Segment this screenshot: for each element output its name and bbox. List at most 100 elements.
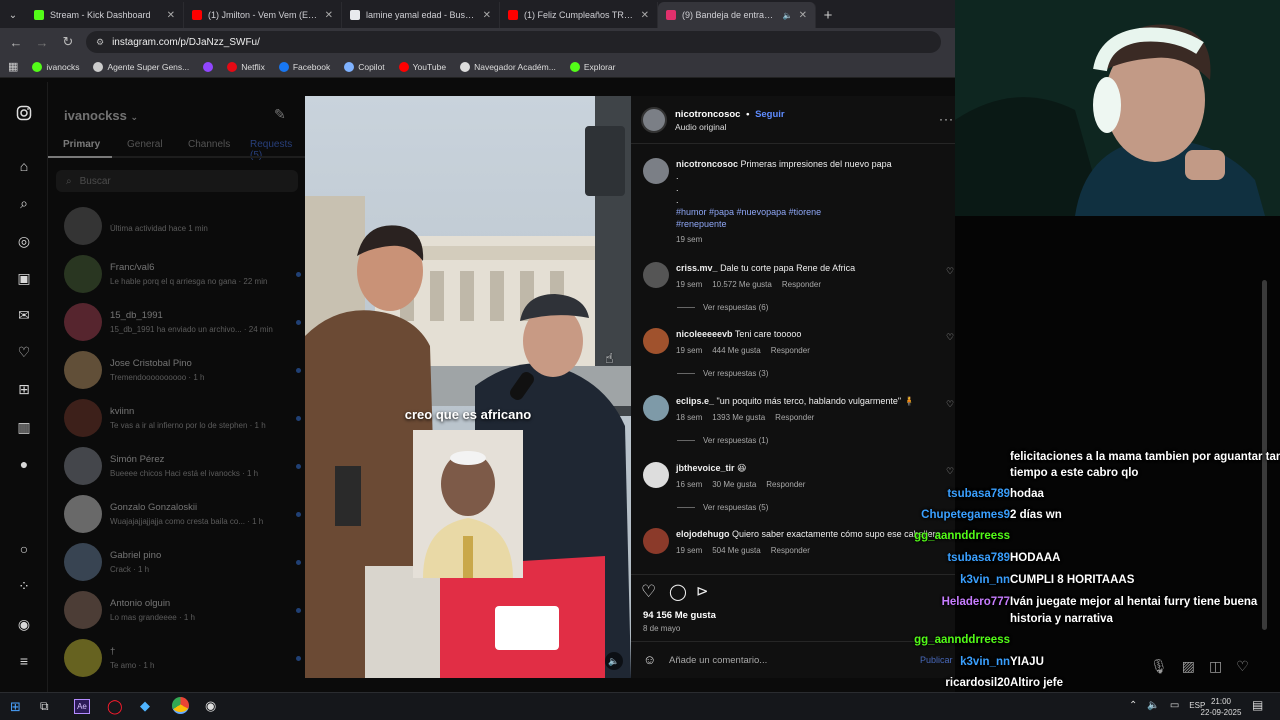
bookmark-item[interactable]: YouTube <box>398 61 446 72</box>
comment-likes[interactable]: 504 Me gusta <box>712 545 760 557</box>
network-icon[interactable]: ▭ <box>1170 700 1179 711</box>
chat-username[interactable]: Chupetegames9 <box>921 509 1010 521</box>
browser-tab[interactable]: (9) Bandeja de entrada • Ch 🔈 ✕ <box>658 2 816 28</box>
view-replies-button[interactable]: Ver respuestas (1) <box>677 436 768 445</box>
comment-avatar[interactable] <box>643 462 669 488</box>
notifications-heart-icon[interactable]: ♡ <box>15 343 33 361</box>
forward-icon[interactable]: → <box>34 35 50 50</box>
bookmark-item[interactable]: Copilot <box>344 61 385 72</box>
chat-username[interactable]: tsubasa789 <box>947 552 1010 564</box>
conversation-item[interactable]: Franc/val6 Le hable porq el q arriesga no… <box>48 250 306 298</box>
conversation-avatar[interactable] <box>64 543 102 581</box>
comment-reply-button[interactable]: Responder <box>766 479 805 491</box>
caption-hashtags-2[interactable]: #renepuente <box>676 218 946 230</box>
close-tab-icon[interactable]: ✕ <box>641 10 649 21</box>
image-icon[interactable]: ▨ <box>1182 658 1195 675</box>
post-author-link[interactable]: nicotroncosoc <box>675 109 740 120</box>
browser-tab[interactable]: (1) Jmilton - Vem Vem (Extende ✕ <box>184 2 342 28</box>
comment-author[interactable]: criss.mv_ <box>676 263 718 273</box>
tab-audio-icon[interactable]: 🔈 <box>783 11 793 20</box>
heart-icon[interactable]: ♡ <box>1236 658 1249 675</box>
caption-author-avatar[interactable] <box>643 158 669 184</box>
conversation-item[interactable]: Gonzalo Gonzaloskii Wuajajajjajjajja como… <box>48 490 306 538</box>
chat-username[interactable]: k3vin_nn <box>960 656 1010 668</box>
conversation-item[interactable]: kviinn Te vas a ir al infierno por lo de … <box>48 394 306 442</box>
close-tab-icon[interactable]: ✕ <box>483 10 491 21</box>
conversation-avatar[interactable] <box>64 399 102 437</box>
chat-username[interactable]: gg_aannddrreess <box>914 634 1010 646</box>
tab-general[interactable]: General <box>127 139 163 150</box>
caption-author[interactable]: nicotroncosoc <box>676 159 738 169</box>
after-effects-icon[interactable]: Ae <box>74 699 90 714</box>
comment-likes[interactable]: 10.572 Me gusta <box>712 279 772 291</box>
home-icon[interactable]: ⌂ <box>15 157 33 175</box>
share-send-icon[interactable]: ⊳ <box>696 582 709 600</box>
volume-icon[interactable]: 🔈 <box>1147 700 1159 711</box>
tab-channels[interactable]: Channels <box>188 139 230 150</box>
chat-username[interactable]: gg_aannddrreess <box>914 530 1010 542</box>
chrome-icon[interactable] <box>172 697 189 714</box>
comment-avatar[interactable] <box>643 395 669 421</box>
more-options-icon[interactable]: ··· <box>939 112 954 126</box>
comment-likes[interactable]: 1393 Me gusta <box>712 412 765 424</box>
meta-ai-icon[interactable]: ◉ <box>15 615 33 633</box>
dashboard-icon[interactable]: ▥ <box>15 418 33 436</box>
comment-reply-button[interactable]: Responder <box>782 279 821 291</box>
chat-username[interactable]: tsubasa789 <box>947 488 1010 500</box>
clock[interactable]: 21:00 22-09-2025 <box>1196 696 1246 718</box>
close-tab-icon[interactable]: ✕ <box>799 10 807 21</box>
sticker-icon[interactable]: ◫ <box>1209 658 1222 675</box>
bookmark-item[interactable] <box>203 61 214 72</box>
comment-reply-button[interactable]: Responder <box>775 412 814 424</box>
search-icon[interactable]: ⌕ <box>15 194 33 212</box>
profile-avatar-icon[interactable]: ● <box>15 455 33 473</box>
comment-author[interactable]: jbthevoice_tir <box>676 463 735 473</box>
bookmark-item[interactable]: Netflix <box>227 61 265 72</box>
comment-avatar[interactable] <box>643 528 669 554</box>
conversation-avatar[interactable] <box>64 447 102 485</box>
comment-reply-button[interactable]: Responder <box>771 345 810 357</box>
like-heart-icon[interactable]: ♡ <box>641 582 656 602</box>
explore-compass-icon[interactable]: ◎ <box>15 232 33 250</box>
comment-author[interactable]: elojodehugo <box>676 529 730 539</box>
conversation-item[interactable]: Última actividad hace 1 min <box>48 202 306 250</box>
chat-username[interactable]: Heladero777 <box>942 596 1010 608</box>
close-tab-icon[interactable]: ✕ <box>325 10 333 21</box>
comment-likes[interactable]: 30 Me gusta <box>712 479 756 491</box>
obs-icon[interactable]: ◉ <box>205 698 216 714</box>
conversation-avatar[interactable] <box>64 351 102 389</box>
close-tab-icon[interactable]: ✕ <box>167 10 175 21</box>
comment-input[interactable]: Añade un comentario... <box>669 655 899 666</box>
conversation-avatar[interactable] <box>64 303 102 341</box>
tab-primary[interactable]: Primary <box>63 139 100 150</box>
caption-hashtags[interactable]: #humor #papa #nuevopapa #tiorene <box>676 206 946 218</box>
comment-reply-button[interactable]: Responder <box>771 545 810 557</box>
conversation-item[interactable]: Jose Cristobal Pino Tremendoooooooooo · 1… <box>48 346 306 394</box>
comment-like-heart-icon[interactable]: ♡ <box>946 399 954 410</box>
browser-tab[interactable]: Stream - Kick Dashboard ✕ <box>26 2 184 28</box>
comment-avatar[interactable] <box>643 328 669 354</box>
bookmark-item[interactable]: Navegador Académ... <box>460 61 556 72</box>
comment-avatar[interactable] <box>643 262 669 288</box>
conversation-avatar[interactable] <box>64 255 102 293</box>
conversation-item[interactable]: Antonio olguin Lo mas grandeeee · 1 h <box>48 586 306 634</box>
view-replies-button[interactable]: Ver respuestas (3) <box>677 369 768 378</box>
task-view-icon[interactable]: ⧉ <box>40 699 49 714</box>
more-menu-icon[interactable]: ≡ <box>15 652 33 670</box>
create-plus-icon[interactable]: ⊞ <box>15 380 33 398</box>
site-info-icon[interactable]: ⚙ <box>96 37 104 48</box>
new-tab-button[interactable]: + <box>816 2 840 28</box>
comment-like-heart-icon[interactable]: ♡ <box>946 332 954 343</box>
conversation-item[interactable]: 15_db_1991 15_db_1991 ha enviado un archi… <box>48 298 306 346</box>
comment-author[interactable]: nicoleeeeevb <box>676 329 733 339</box>
also-from-meta-icon[interactable]: ⁘ <box>15 577 33 595</box>
compose-icon[interactable]: ✎ <box>274 106 286 123</box>
conversation-avatar[interactable] <box>64 591 102 629</box>
comment-like-heart-icon[interactable]: ♡ <box>946 266 954 277</box>
emoji-picker-icon[interactable]: ☺ <box>643 652 656 667</box>
reload-icon[interactable]: ↻ <box>60 34 76 50</box>
post-video[interactable]: creo que es africano 🔈 <box>305 96 631 678</box>
chat-username[interactable]: k3vin_nn <box>960 574 1010 586</box>
mute-toggle-icon[interactable]: 🔈 <box>605 652 623 670</box>
bookmark-item[interactable]: Facebook <box>278 61 330 72</box>
